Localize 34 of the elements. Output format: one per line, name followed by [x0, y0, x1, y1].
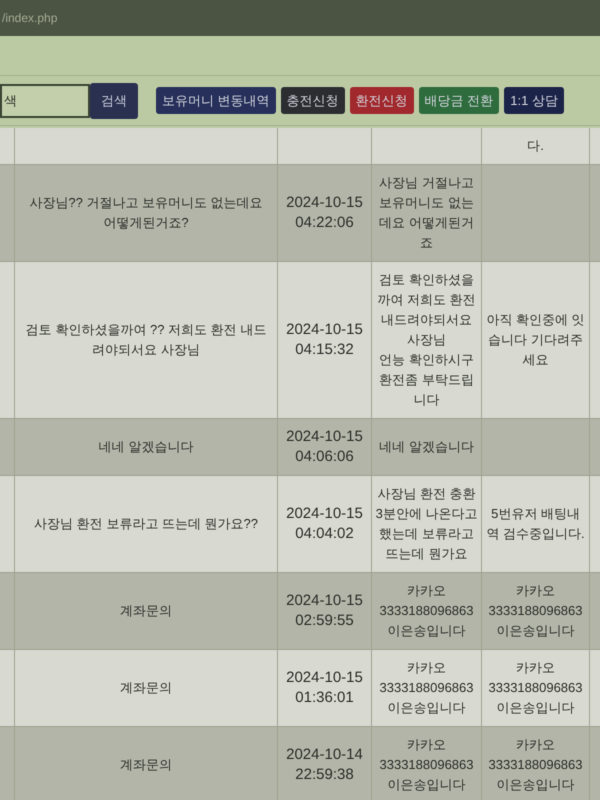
- table-cell: 카카오 3333188096863 이은송입니다: [482, 727, 590, 800]
- table-cell: 2024-10-15 04:15:32: [278, 262, 372, 418]
- search-button[interactable]: 검색: [90, 82, 138, 118]
- table-cell: 2024-10-15 01:36:01: [278, 650, 372, 726]
- table-cell: 다.: [482, 128, 590, 164]
- action-button[interactable]: 1:1 상담: [504, 87, 564, 114]
- table-cell: 계좌문의: [15, 727, 278, 800]
- table-cell: 2024-10-15 04:04:02: [278, 476, 372, 572]
- table-cell: 5번유저 배팅내역 검수중입니다.: [482, 476, 590, 572]
- table-cell: 카카오 3333188096863 이은송입니다: [372, 650, 482, 726]
- table-cell: 2024-10-14 22:59:38: [278, 727, 372, 800]
- table-cell: 2024-10-15 04:22:06: [278, 165, 372, 261]
- table-cell: 사장님 환전 충환3분안에 나온다고했는데 보류라고 뜨는데 뭔가요: [372, 476, 482, 572]
- table-cell: 검토 확인하셨을까여 ?? 저희도 환전 내드려야되서요 사장님: [15, 262, 278, 418]
- action-button[interactable]: 배당금 전환: [418, 87, 500, 114]
- table-cell: 아직 확인중에 잇습니다 기다려주세요: [482, 262, 590, 418]
- table-cell: 계좌문의: [15, 573, 278, 649]
- action-button[interactable]: 환전신청: [350, 87, 414, 114]
- action-button[interactable]: 보유머니 변동내역: [156, 87, 276, 114]
- table-cell: 2024-10-15 02:59:55: [278, 573, 372, 649]
- table-cell: 카카오 3333188096863 이은송입니다: [482, 650, 590, 726]
- table-cell: 카카오 3333188096863 이은송입니다: [372, 573, 482, 649]
- action-button[interactable]: 충전신청: [280, 87, 345, 114]
- table-cell: 네네 알겠습니다: [372, 419, 482, 475]
- table-cell: 사장님?? 거절나고 보유머니도 없는데요 어떻게된거죠?: [15, 165, 278, 261]
- table-cell: 2024-10-15 04:06:06: [278, 419, 372, 475]
- table-cell: 사장님 환전 보류라고 뜨는데 뭔가요??: [15, 476, 278, 572]
- table-cell: 계좌문의: [15, 650, 278, 726]
- table-cell: 검토 확인하셨을까여 저희도 환전 내드려야되서요 사장님 언능 확인하시구 환전좀 부탁드립니다: [372, 262, 482, 418]
- table-cell: 사장님 거절나고 보유머니도 없는데요 어떻게된거죠: [372, 165, 482, 261]
- table-cell: 카카오 3333188096863 이은송입니다: [372, 727, 482, 800]
- table-cell: 네네 알겠습니다: [15, 419, 278, 475]
- table-cell: 카카오 3333188096863 이은송입니다: [482, 573, 590, 649]
- search-field[interactable]: 색: [0, 84, 90, 118]
